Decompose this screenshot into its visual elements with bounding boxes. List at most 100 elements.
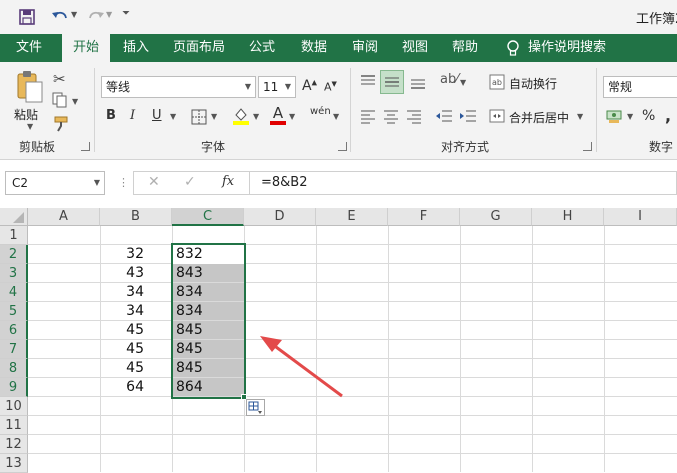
- tab-help[interactable]: 帮助: [443, 34, 487, 62]
- insert-function-button[interactable]: fx: [222, 174, 234, 189]
- row-header-9[interactable]: 9: [0, 378, 28, 397]
- merge-center-icon[interactable]: [489, 108, 505, 124]
- row-header-1[interactable]: 1: [0, 226, 28, 245]
- underline-button[interactable]: U: [152, 108, 162, 123]
- tab-data[interactable]: 数据: [292, 34, 336, 62]
- column-header-i[interactable]: I: [604, 208, 677, 226]
- borders-icon[interactable]: [191, 109, 207, 125]
- tab-file[interactable]: 文件: [0, 34, 58, 62]
- cell-b6[interactable]: 45: [100, 321, 172, 340]
- orientation-dropdown-icon[interactable]: ▼: [460, 78, 466, 87]
- decrease-font-icon[interactable]: A▼: [324, 80, 337, 94]
- cell-b2[interactable]: 32: [100, 245, 172, 264]
- column-header-a[interactable]: A: [28, 208, 100, 226]
- font-color-icon[interactable]: A: [270, 105, 286, 125]
- italic-button[interactable]: I: [130, 108, 135, 123]
- row-header-2[interactable]: 2: [0, 245, 28, 264]
- column-header-b[interactable]: B: [100, 208, 172, 226]
- clipboard-launcher-icon[interactable]: [81, 142, 90, 151]
- underline-dropdown-icon[interactable]: ▼: [170, 112, 176, 121]
- undo-icon[interactable]: [50, 7, 70, 27]
- row-header-6[interactable]: 6: [0, 321, 28, 340]
- align-right-icon[interactable]: [406, 108, 422, 124]
- tab-page-layout[interactable]: 页面布局: [168, 34, 230, 62]
- orientation-icon[interactable]: ab⁄: [440, 72, 458, 87]
- copy-icon[interactable]: [52, 92, 70, 108]
- cell-b4[interactable]: 34: [100, 283, 172, 302]
- decrease-indent-icon[interactable]: [435, 108, 453, 124]
- column-header-g[interactable]: G: [460, 208, 532, 226]
- paste-dropdown-icon[interactable]: ▼: [27, 122, 33, 131]
- align-bottom-icon[interactable]: [410, 74, 426, 90]
- align-middle-icon[interactable]: [380, 70, 404, 94]
- row-header-12[interactable]: 12: [0, 435, 28, 454]
- name-box[interactable]: C2 ▼: [5, 171, 105, 195]
- tab-home[interactable]: 开始: [62, 34, 110, 62]
- cell-b9[interactable]: 64: [100, 378, 172, 397]
- merge-center-button[interactable]: 合并后居中: [509, 109, 569, 126]
- tab-review[interactable]: 审阅: [343, 34, 387, 62]
- increase-indent-icon[interactable]: [459, 108, 477, 124]
- column-header-c[interactable]: C: [172, 208, 244, 226]
- number-format-combo[interactable]: 常规: [603, 76, 677, 98]
- paste-icon[interactable]: [14, 70, 46, 104]
- font-color-dropdown-icon[interactable]: ▼: [289, 112, 295, 121]
- wrap-text-button[interactable]: 自动换行: [509, 75, 557, 92]
- align-top-icon[interactable]: [360, 74, 376, 90]
- row-header-7[interactable]: 7: [0, 340, 28, 359]
- font-size-combo[interactable]: 11 ▼: [258, 76, 296, 98]
- customize-qat-icon[interactable]: ⏷: [122, 8, 130, 19]
- tell-me-search[interactable]: 操作说明搜索: [528, 34, 638, 62]
- tab-insert[interactable]: 插入: [114, 34, 158, 62]
- more-options-icon[interactable]: ⋮: [118, 176, 129, 189]
- align-center-icon[interactable]: [383, 108, 399, 124]
- fill-color-icon[interactable]: [232, 106, 250, 126]
- tab-view[interactable]: 视图: [393, 34, 437, 62]
- font-launcher-icon[interactable]: [338, 142, 347, 151]
- formula-input[interactable]: =8&B2: [250, 171, 677, 195]
- phonetic-guide-icon[interactable]: wén: [310, 106, 331, 117]
- merge-dropdown-icon[interactable]: ▼: [577, 112, 583, 121]
- accounting-dropdown-icon[interactable]: ▼: [627, 112, 633, 121]
- save-icon[interactable]: [18, 8, 36, 26]
- cancel-entry-icon[interactable]: ✕: [148, 174, 160, 190]
- format-painter-icon[interactable]: [53, 116, 71, 132]
- cell-b5[interactable]: 34: [100, 302, 172, 321]
- alignment-launcher-icon[interactable]: [583, 142, 592, 151]
- bold-button[interactable]: B: [106, 108, 116, 123]
- row-header-5[interactable]: 5: [0, 302, 28, 321]
- confirm-entry-icon[interactable]: ✓: [184, 174, 196, 190]
- increase-font-icon[interactable]: A▲: [302, 78, 317, 94]
- copy-dropdown-icon[interactable]: ▼: [72, 97, 78, 106]
- row-header-10[interactable]: 10: [0, 397, 28, 416]
- row-header-4[interactable]: 4: [0, 283, 28, 302]
- column-header-f[interactable]: F: [388, 208, 460, 226]
- percent-style-button[interactable]: %: [642, 108, 655, 124]
- comma-style-button[interactable]: ,: [665, 106, 671, 125]
- borders-dropdown-icon[interactable]: ▼: [211, 112, 217, 121]
- cut-icon[interactable]: ✂: [53, 70, 66, 88]
- row-header-3[interactable]: 3: [0, 264, 28, 283]
- row-header-13[interactable]: 13: [0, 454, 28, 473]
- tab-formulas[interactable]: 公式: [240, 34, 284, 62]
- cell-b7[interactable]: 45: [100, 340, 172, 359]
- cell-b8[interactable]: 45: [100, 359, 172, 378]
- column-header-d[interactable]: D: [244, 208, 316, 226]
- row-header-11[interactable]: 11: [0, 416, 28, 435]
- redo-dropdown-icon[interactable]: ▼: [106, 10, 112, 19]
- lightbulb-icon[interactable]: [505, 39, 521, 57]
- column-header-e[interactable]: E: [316, 208, 388, 226]
- row-header-8[interactable]: 8: [0, 359, 28, 378]
- wrap-text-icon[interactable]: ab: [489, 74, 505, 90]
- phonetic-dropdown-icon[interactable]: ▼: [333, 112, 339, 121]
- select-all-corner[interactable]: [0, 208, 28, 226]
- accounting-format-icon[interactable]: [606, 108, 622, 124]
- font-name-combo[interactable]: 等线 ▼: [101, 76, 256, 98]
- column-header-h[interactable]: H: [532, 208, 604, 226]
- fill-color-dropdown-icon[interactable]: ▼: [253, 112, 259, 121]
- cell-b3[interactable]: 43: [100, 264, 172, 283]
- paste-button-label[interactable]: 粘贴: [14, 106, 38, 123]
- redo-icon[interactable]: [86, 7, 106, 27]
- undo-dropdown-icon[interactable]: ▼: [71, 10, 77, 19]
- align-left-icon[interactable]: [360, 108, 376, 124]
